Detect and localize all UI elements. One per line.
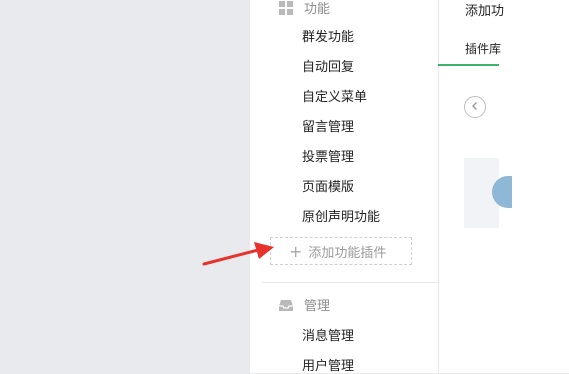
sidebar-item-page-templates[interactable]: 页面模版 <box>302 176 354 195</box>
sidebar-item-label: 群发功能 <box>302 30 355 45</box>
plus-icon: + <box>289 241 303 261</box>
sidebar-item-custom-menu[interactable]: 自定义菜单 <box>302 86 367 105</box>
sidebar-item-auto-reply[interactable]: 自动回复 <box>302 56 354 75</box>
sidebar-item-label: 原创声明功能 <box>302 210 381 225</box>
section-title-function: 功能 <box>304 2 331 17</box>
tab-plugin-library[interactable]: 插件库 <box>465 40 501 57</box>
add-plugin-label: 添加功能插件 <box>308 245 387 261</box>
section-header-function: 功能 <box>278 0 330 17</box>
sidebar-item-original-declaration[interactable]: 原创声明功能 <box>302 206 380 225</box>
sidebar-item-label: 自动回复 <box>302 60 355 75</box>
sidebar-item-label: 消息管理 <box>302 329 355 344</box>
sidebar-item-users[interactable]: 用户管理 <box>302 355 354 374</box>
inbox-icon <box>278 297 294 313</box>
tab-active-underline <box>438 64 499 66</box>
section-title-manage: 管理 <box>304 299 331 314</box>
left-background <box>0 0 250 373</box>
page-title: 添加功 <box>465 4 505 19</box>
add-plugin-button[interactable]: + 添加功能插件 <box>270 237 412 265</box>
sidebar-item-mass-send[interactable]: 群发功能 <box>302 26 354 45</box>
sidebar-item-votes[interactable]: 投票管理 <box>302 146 354 165</box>
sidebar-item-label: 页面模版 <box>302 180 355 195</box>
sidebar-item-messages[interactable]: 消息管理 <box>302 325 354 344</box>
sidebar-item-label: 留言管理 <box>302 120 355 135</box>
annotation-arrow-icon <box>202 242 274 266</box>
sidebar-item-label: 用户管理 <box>302 359 355 374</box>
grid-icon <box>278 0 294 16</box>
sidebar-divider <box>262 282 438 283</box>
sidebar-item-label: 投票管理 <box>302 150 355 165</box>
section-header-manage: 管理 <box>278 295 330 314</box>
back-button[interactable] <box>464 96 486 118</box>
chevron-left-icon <box>470 100 480 115</box>
sidebar-item-comments[interactable]: 留言管理 <box>302 116 354 135</box>
sidebar-item-label: 自定义菜单 <box>302 90 368 105</box>
